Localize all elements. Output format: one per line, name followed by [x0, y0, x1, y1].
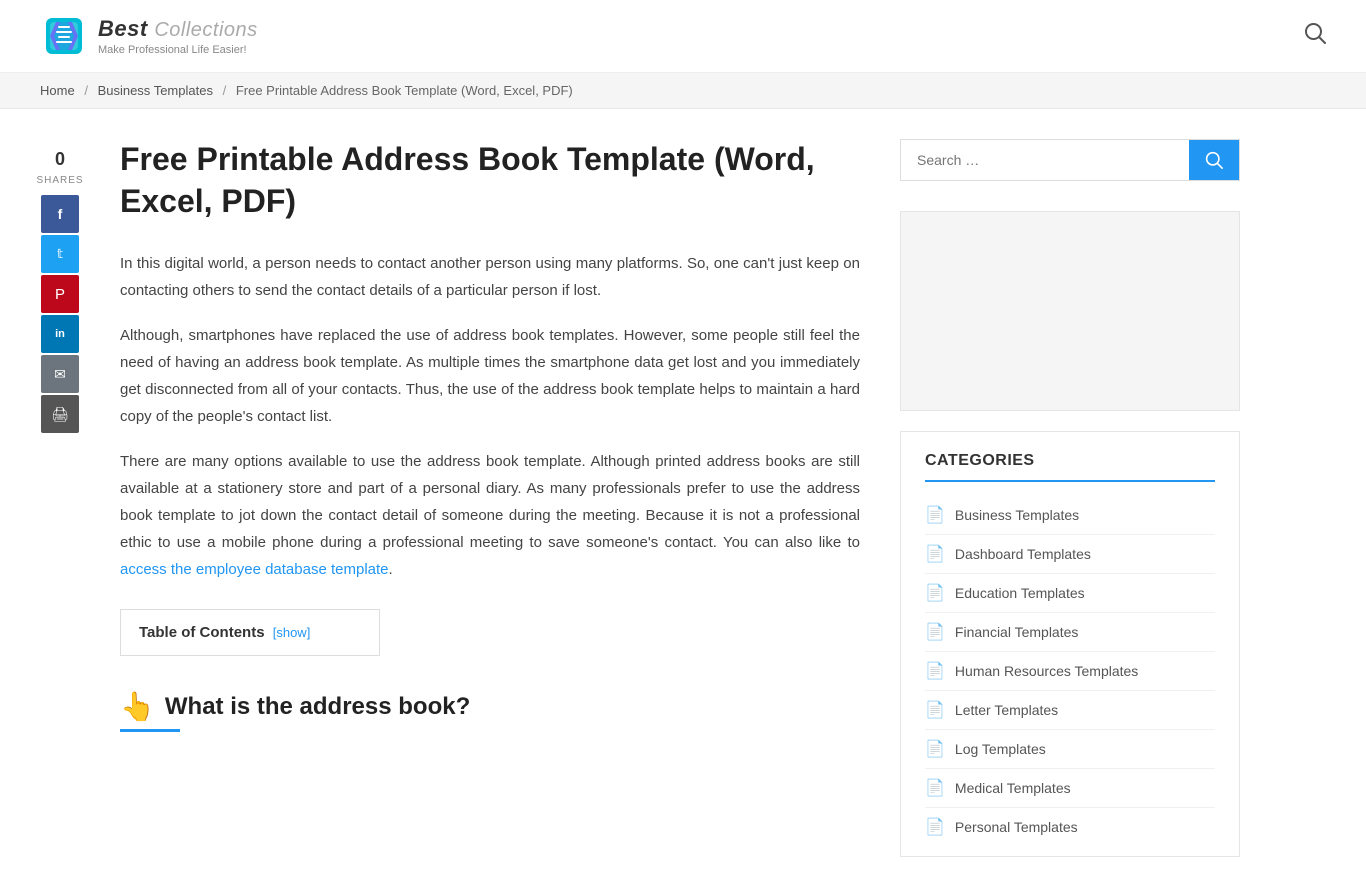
category-icon-personal: 📄 [925, 817, 945, 837]
breadcrumb-sep1: / [84, 83, 88, 98]
content-area: Free Printable Address Book Template (Wo… [120, 139, 860, 857]
twitter-share-button[interactable]: 𝕥 [41, 235, 79, 273]
category-label-dashboard: Dashboard Templates [955, 546, 1091, 562]
print-button[interactable]: 🖨 [41, 395, 79, 433]
category-label-medical: Medical Templates [955, 780, 1071, 796]
article-paragraph-3-suffix: . [389, 561, 393, 578]
shares-count: 0 SHARES [36, 149, 83, 187]
ad-placeholder [900, 211, 1240, 411]
category-item-business[interactable]: 📄 Business Templates [925, 496, 1215, 535]
header-search-icon[interactable] [1304, 22, 1326, 50]
logo-icon [40, 12, 88, 60]
category-item-personal[interactable]: 📄 Personal Templates [925, 808, 1215, 846]
category-item-financial[interactable]: 📄 Financial Templates [925, 613, 1215, 652]
article-paragraph-3-prefix: There are many options available to use … [120, 453, 860, 551]
article-paragraph-3: There are many options available to use … [120, 448, 860, 583]
categories-widget: CATEGORIES 📄 Business Templates 📄 Dashbo… [900, 431, 1240, 857]
pinterest-share-button[interactable]: P [41, 275, 79, 313]
categories-title: CATEGORIES [925, 452, 1215, 482]
category-icon-medical: 📄 [925, 778, 945, 798]
category-icon-hr: 📄 [925, 661, 945, 681]
facebook-icon: f [58, 206, 63, 222]
category-label-log: Log Templates [955, 741, 1046, 757]
category-item-letter[interactable]: 📄 Letter Templates [925, 691, 1215, 730]
section-heading-underline [120, 729, 180, 732]
breadcrumb-sep2: / [223, 83, 227, 98]
shares-number: 0 [36, 149, 83, 170]
logo-text: Best Collections Make Professional Life … [98, 16, 258, 56]
category-label-education: Education Templates [955, 585, 1085, 601]
section-heading-what-is: 👆 What is the address book? [120, 690, 860, 723]
category-icon-education: 📄 [925, 583, 945, 603]
search-icon [1205, 151, 1223, 169]
logo-title: Best Collections [98, 16, 258, 42]
category-item-dashboard[interactable]: 📄 Dashboard Templates [925, 535, 1215, 574]
site-header: Best Collections Make Professional Life … [0, 0, 1366, 73]
category-label-business: Business Templates [955, 507, 1079, 523]
section-heading-text: What is the address book? [165, 693, 470, 721]
category-icon-letter: 📄 [925, 700, 945, 720]
category-item-education[interactable]: 📄 Education Templates [925, 574, 1215, 613]
category-icon-log: 📄 [925, 739, 945, 759]
article-body: In this digital world, a person needs to… [120, 250, 860, 583]
category-icon-business: 📄 [925, 505, 945, 525]
linkedin-icon: in [55, 328, 65, 340]
table-of-contents: Table of Contents [show] [120, 609, 380, 656]
category-icon-dashboard: 📄 [925, 544, 945, 564]
email-share-button[interactable]: ✉ [41, 355, 79, 393]
logo-best: Best [98, 16, 148, 41]
category-label-personal: Personal Templates [955, 819, 1078, 835]
linkedin-share-button[interactable]: in [41, 315, 79, 353]
logo-subtitle: Make Professional Life Easier! [98, 44, 258, 56]
breadcrumb-current: Free Printable Address Book Template (Wo… [236, 83, 573, 98]
logo-area: Best Collections Make Professional Life … [40, 12, 258, 60]
pinterest-icon: P [55, 286, 65, 303]
article-title: Free Printable Address Book Template (Wo… [120, 139, 860, 222]
category-item-medical[interactable]: 📄 Medical Templates [925, 769, 1215, 808]
sidebar: CATEGORIES 📄 Business Templates 📄 Dashbo… [900, 139, 1240, 857]
employee-database-link[interactable]: access the employee database template [120, 561, 389, 578]
article-paragraph-2: Although, smartphones have replaced the … [120, 322, 860, 430]
breadcrumb-home[interactable]: Home [40, 83, 75, 98]
category-label-letter: Letter Templates [955, 702, 1058, 718]
search-widget [900, 139, 1240, 181]
breadcrumb: Home / Business Templates / Free Printab… [0, 73, 1366, 109]
category-item-log[interactable]: 📄 Log Templates [925, 730, 1215, 769]
category-item-hr[interactable]: 📄 Human Resources Templates [925, 652, 1215, 691]
email-icon: ✉ [54, 366, 66, 383]
shares-label: SHARES [36, 175, 83, 186]
category-label-financial: Financial Templates [955, 624, 1078, 640]
twitter-icon: 𝕥 [57, 246, 63, 262]
social-sidebar: 0 SHARES f 𝕥 P in ✉ 🖨 [40, 149, 80, 857]
print-icon: 🖨 [51, 406, 69, 423]
search-button[interactable] [1189, 140, 1239, 180]
category-icon-financial: 📄 [925, 622, 945, 642]
main-layout: 0 SHARES f 𝕥 P in ✉ 🖨 Free Printable Add… [0, 109, 1366, 887]
search-input[interactable] [901, 140, 1189, 180]
article-paragraph-1: In this digital world, a person needs to… [120, 250, 860, 304]
logo-collections: Collections [154, 19, 257, 41]
breadcrumb-business-templates[interactable]: Business Templates [98, 83, 213, 98]
section-heading-icon: 👆 [120, 690, 155, 723]
toc-toggle[interactable]: [show] [273, 625, 311, 640]
facebook-share-button[interactable]: f [41, 195, 79, 233]
category-label-hr: Human Resources Templates [955, 663, 1138, 679]
toc-title: Table of Contents [139, 624, 265, 641]
